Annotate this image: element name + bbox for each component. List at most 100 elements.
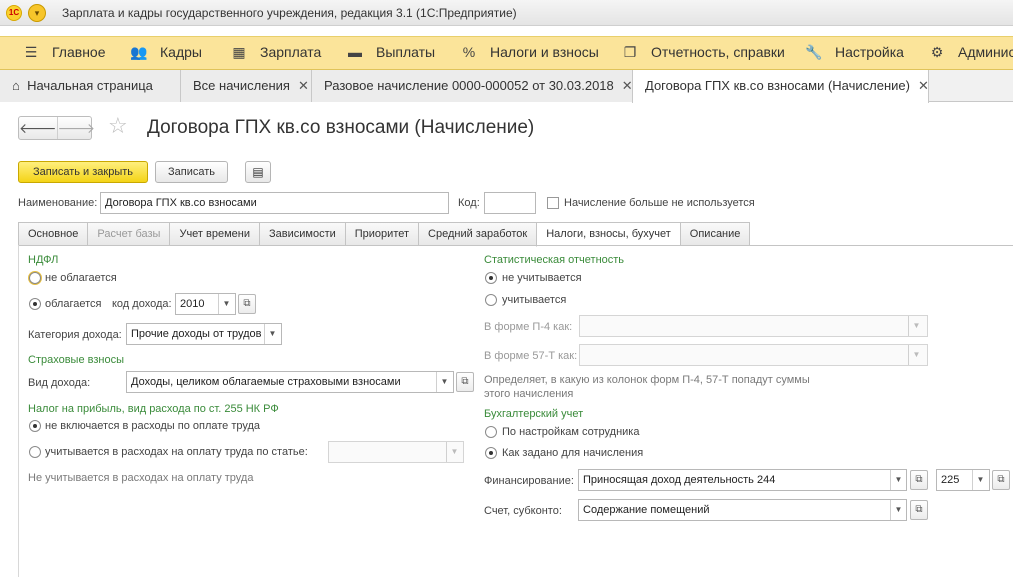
hamburger-icon: ☰ (24, 44, 38, 60)
income-category-field[interactable]: Прочие доходы от трудов (126, 323, 282, 345)
section-reports[interactable]: ❐ Отчетность, справки (621, 36, 785, 69)
chevron-down-icon[interactable]: ▼ (264, 324, 280, 344)
tab-divider (18, 245, 1013, 246)
chevron-down-icon[interactable]: ▼ (908, 345, 924, 365)
stat-counted-label: учитывается (502, 294, 567, 306)
back-arrow-icon[interactable]: 🡐 (19, 117, 57, 139)
income-type-label: Вид дохода: (28, 377, 91, 389)
income-code-label: код дохода: (112, 298, 172, 310)
section-settings[interactable]: 🔧 Настройка (805, 36, 904, 69)
close-icon[interactable]: ✕ (918, 78, 929, 93)
by-employee-radio[interactable] (485, 426, 497, 438)
open-icon[interactable]: ⧉ (910, 470, 928, 490)
stat-not-counted-radio[interactable] (485, 272, 497, 284)
ndfl-taxed-radio[interactable] (29, 298, 41, 310)
tab-home[interactable]: ⌂ Начальная страница (0, 70, 181, 102)
section-label: Налоги и взносы (490, 44, 599, 60)
wrench-icon: 🔧 (805, 44, 823, 60)
chevron-down-icon[interactable]: ▼ (890, 470, 906, 490)
open-icon[interactable]: ⧉ (992, 470, 1010, 490)
profit-tax-note: Не учитывается в расходах на оплату труд… (28, 472, 254, 484)
kosgu-value: 225 (941, 474, 960, 486)
ndfl-not-taxed-label: не облагается (45, 272, 117, 284)
accounting-section-title: Бухгалтерский учет (484, 408, 584, 420)
code-label: Код: (458, 197, 480, 209)
forward-arrow-icon[interactable]: 🡒 (56, 117, 95, 139)
section-main[interactable]: ☰ Главное (22, 36, 106, 69)
tab-label: Договора ГПХ кв.со взносами (Начисление) (645, 78, 910, 93)
chevron-down-icon[interactable]: ▼ (436, 372, 452, 392)
unused-checkbox[interactable] (547, 197, 559, 209)
not-included-label: не включается в расходы по оплате труда (45, 420, 261, 432)
ndfl-not-taxed-radio[interactable] (29, 272, 41, 284)
name-field[interactable]: Договора ГПХ кв.со взносами (100, 192, 449, 214)
percent-icon: % (462, 44, 476, 60)
panel-border (18, 245, 19, 577)
gear-icon: ⚙ (930, 44, 944, 60)
income-type-value: Доходы, целиком облагаемые страховыми вз… (131, 376, 401, 388)
tab-time-tracking[interactable]: Учет времени (169, 222, 259, 246)
t57-label: В форме 57-Т как: (484, 350, 578, 362)
as-set-radio[interactable] (485, 447, 497, 459)
calculator-icon: ▦ (232, 44, 246, 60)
chevron-down-icon[interactable]: ▼ (218, 294, 234, 314)
stat-counted-radio[interactable] (485, 294, 497, 306)
document-list-icon[interactable]: ▤ (245, 161, 271, 183)
income-category-value: Прочие доходы от трудов (131, 328, 262, 340)
section-label: Выплаты (376, 44, 436, 60)
unused-label: Начисление больше не используется (564, 197, 755, 209)
favorite-star-icon[interactable]: ☆ (108, 113, 128, 139)
expense-article-field[interactable] (328, 441, 464, 463)
chevron-down-icon[interactable]: ▼ (446, 442, 462, 462)
section-label: Зарплата (260, 44, 322, 60)
section-label: Отчетность, справки (651, 44, 785, 60)
included-radio[interactable] (29, 446, 41, 458)
financing-value: Приносящая доход деятельность 244 (583, 474, 776, 486)
tab-dependencies[interactable]: Зависимости (259, 222, 345, 246)
income-code-value: 2010 (180, 298, 205, 310)
section-label: Главное (52, 44, 106, 60)
wallet-icon: ▬ (348, 44, 362, 60)
app-logo-icon: 1С (6, 5, 22, 21)
as-set-label: Как задано для начисления (502, 447, 644, 459)
tab-priority[interactable]: Приоритет (344, 222, 419, 246)
account-field[interactable]: Содержание помещений (578, 499, 907, 521)
chevron-down-icon[interactable]: ▼ (908, 316, 924, 336)
section-label: Кадры (160, 44, 202, 60)
t57-field[interactable] (579, 344, 928, 366)
financing-label: Финансирование: (484, 475, 574, 487)
income-type-field[interactable]: Доходы, целиком облагаемые страховыми вз… (126, 371, 454, 393)
tab-label: Разовое начисление 0000-000052 от 30.03.… (324, 78, 614, 93)
section-salary[interactable]: ▦ Зарплата (230, 36, 321, 69)
tab-basic[interactable]: Основное (18, 222, 88, 246)
main-menu-button[interactable]: ▾ (28, 4, 46, 22)
tab-taxes-accounting[interactable]: Налоги, взносы, бухучет (536, 222, 680, 247)
not-included-radio[interactable] (29, 420, 41, 432)
save-and-close-button[interactable]: Записать и закрыть (18, 161, 148, 183)
financing-field[interactable]: Приносящая доход деятельность 244 (578, 469, 907, 491)
stat-not-counted-label: не учитывается (502, 272, 582, 284)
tab-base-calc[interactable]: Расчет базы (87, 222, 170, 246)
tab-description[interactable]: Описание (679, 222, 751, 246)
tab-gph-contracts[interactable]: Договора ГПХ кв.со взносами (Начисление)… (632, 70, 929, 103)
p4-field[interactable] (579, 315, 928, 337)
tab-average-earnings[interactable]: Средний заработок (418, 222, 537, 246)
stat-note: Определяет, в какую из колонок форм П-4,… (484, 374, 810, 400)
section-admin[interactable]: ⚙ Админист (928, 36, 1013, 69)
open-icon[interactable]: ⧉ (456, 372, 474, 392)
chevron-down-icon[interactable]: ▼ (972, 470, 988, 490)
home-icon: ⌂ (12, 78, 20, 93)
chevron-down-icon[interactable]: ▼ (890, 500, 906, 520)
tab-label: Начальная страница (27, 78, 153, 93)
section-payments[interactable]: ▬ Выплаты (346, 36, 435, 69)
code-field[interactable] (484, 192, 536, 214)
section-staff[interactable]: 👥 Кадры (130, 36, 202, 69)
close-icon[interactable]: ✕ (298, 78, 309, 93)
open-icon[interactable]: ⧉ (238, 294, 256, 314)
tab-all-accruals[interactable]: Все начисления ✕ (181, 70, 312, 102)
open-icon[interactable]: ⧉ (910, 500, 928, 520)
save-button[interactable]: Записать (155, 161, 228, 183)
tab-label: Все начисления (193, 78, 290, 93)
section-taxes[interactable]: % Налоги и взносы (460, 36, 599, 69)
tab-one-time-accrual[interactable]: Разовое начисление 0000-000052 от 30.03.… (312, 70, 633, 102)
